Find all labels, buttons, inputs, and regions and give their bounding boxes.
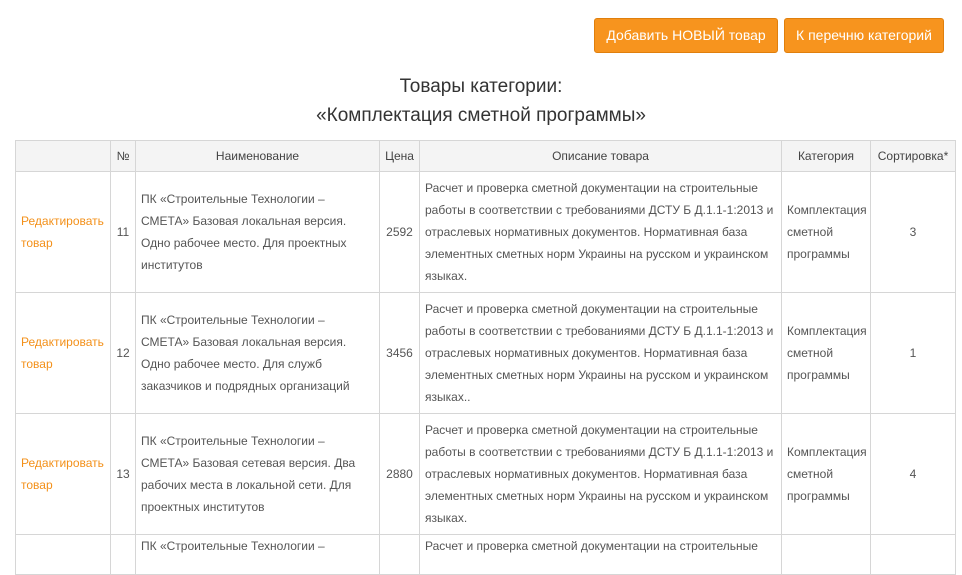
product-price: 2592: [379, 171, 420, 293]
product-category: Комплектация сметной программы: [781, 292, 871, 414]
product-name: ПК «Строительные Технологии – СМЕТА» Баз…: [135, 171, 380, 293]
product-price: [379, 534, 420, 575]
column-header-description[interactable]: Описание товара: [419, 140, 782, 172]
product-category: Комплектация сметной программы: [781, 413, 871, 535]
product-sort-order: 1: [870, 292, 956, 414]
edit-product-link[interactable]: Редактировать товар: [21, 335, 104, 371]
page-title-line1: Товары категории:: [399, 76, 563, 97]
row-actions-cell: Редактировать товар: [15, 171, 111, 293]
product-number: 11: [110, 171, 136, 293]
product-sort-order: 3: [870, 171, 956, 293]
product-category: [781, 534, 871, 575]
product-number: [110, 534, 136, 575]
product-price: 2880: [379, 413, 420, 535]
product-number: 13: [110, 413, 136, 535]
column-header-sort[interactable]: Сортировка*: [870, 140, 956, 172]
product-description: Расчет и проверка сметной документации н…: [419, 413, 782, 535]
column-header-name[interactable]: Наименование: [135, 140, 380, 172]
toolbar: Добавить НОВЫЙ товар К перечню категорий: [594, 18, 944, 53]
product-price: 3456: [379, 292, 420, 414]
table-row: ПК «Строительные Технологии – Расчет и п…: [15, 534, 956, 575]
product-sort-order: [870, 534, 956, 575]
column-header-category[interactable]: Категория: [781, 140, 871, 172]
products-table: № Наименование Цена Описание товара Кате…: [15, 140, 956, 575]
table-row: Редактировать товар 11 ПК «Строительные …: [15, 171, 956, 293]
row-actions-cell: [15, 534, 111, 575]
edit-product-link[interactable]: Редактировать товар: [21, 214, 104, 250]
product-description: Расчет и проверка сметной документации н…: [419, 292, 782, 414]
product-description: Расчет и проверка сметной документации н…: [419, 534, 782, 575]
page-title-line2: «Комплектация сметной программы»: [316, 105, 646, 126]
column-header-price[interactable]: Цена: [379, 140, 420, 172]
edit-product-link[interactable]: Редактировать товар: [21, 456, 104, 492]
product-number: 12: [110, 292, 136, 414]
column-header-actions: [15, 140, 111, 172]
page-title: Товары категории: «Комплектация сметной …: [0, 72, 962, 130]
column-header-number[interactable]: №: [110, 140, 136, 172]
add-new-product-button[interactable]: Добавить НОВЫЙ товар: [594, 18, 778, 53]
product-sort-order: 4: [870, 413, 956, 535]
product-name: ПК «Строительные Технологии – СМЕТА» Баз…: [135, 413, 380, 535]
table-row: Редактировать товар 13 ПК «Строительные …: [15, 413, 956, 535]
row-actions-cell: Редактировать товар: [15, 413, 111, 535]
row-actions-cell: Редактировать товар: [15, 292, 111, 414]
product-name: ПК «Строительные Технологии –: [135, 534, 380, 575]
product-category: Комплектация сметной программы: [781, 171, 871, 293]
table-header-row: № Наименование Цена Описание товара Кате…: [15, 140, 956, 172]
product-name: ПК «Строительные Технологии – СМЕТА» Баз…: [135, 292, 380, 414]
table-row: Редактировать товар 12 ПК «Строительные …: [15, 292, 956, 414]
product-description: Расчет и проверка сметной документации н…: [419, 171, 782, 293]
categories-list-button[interactable]: К перечню категорий: [784, 18, 944, 53]
